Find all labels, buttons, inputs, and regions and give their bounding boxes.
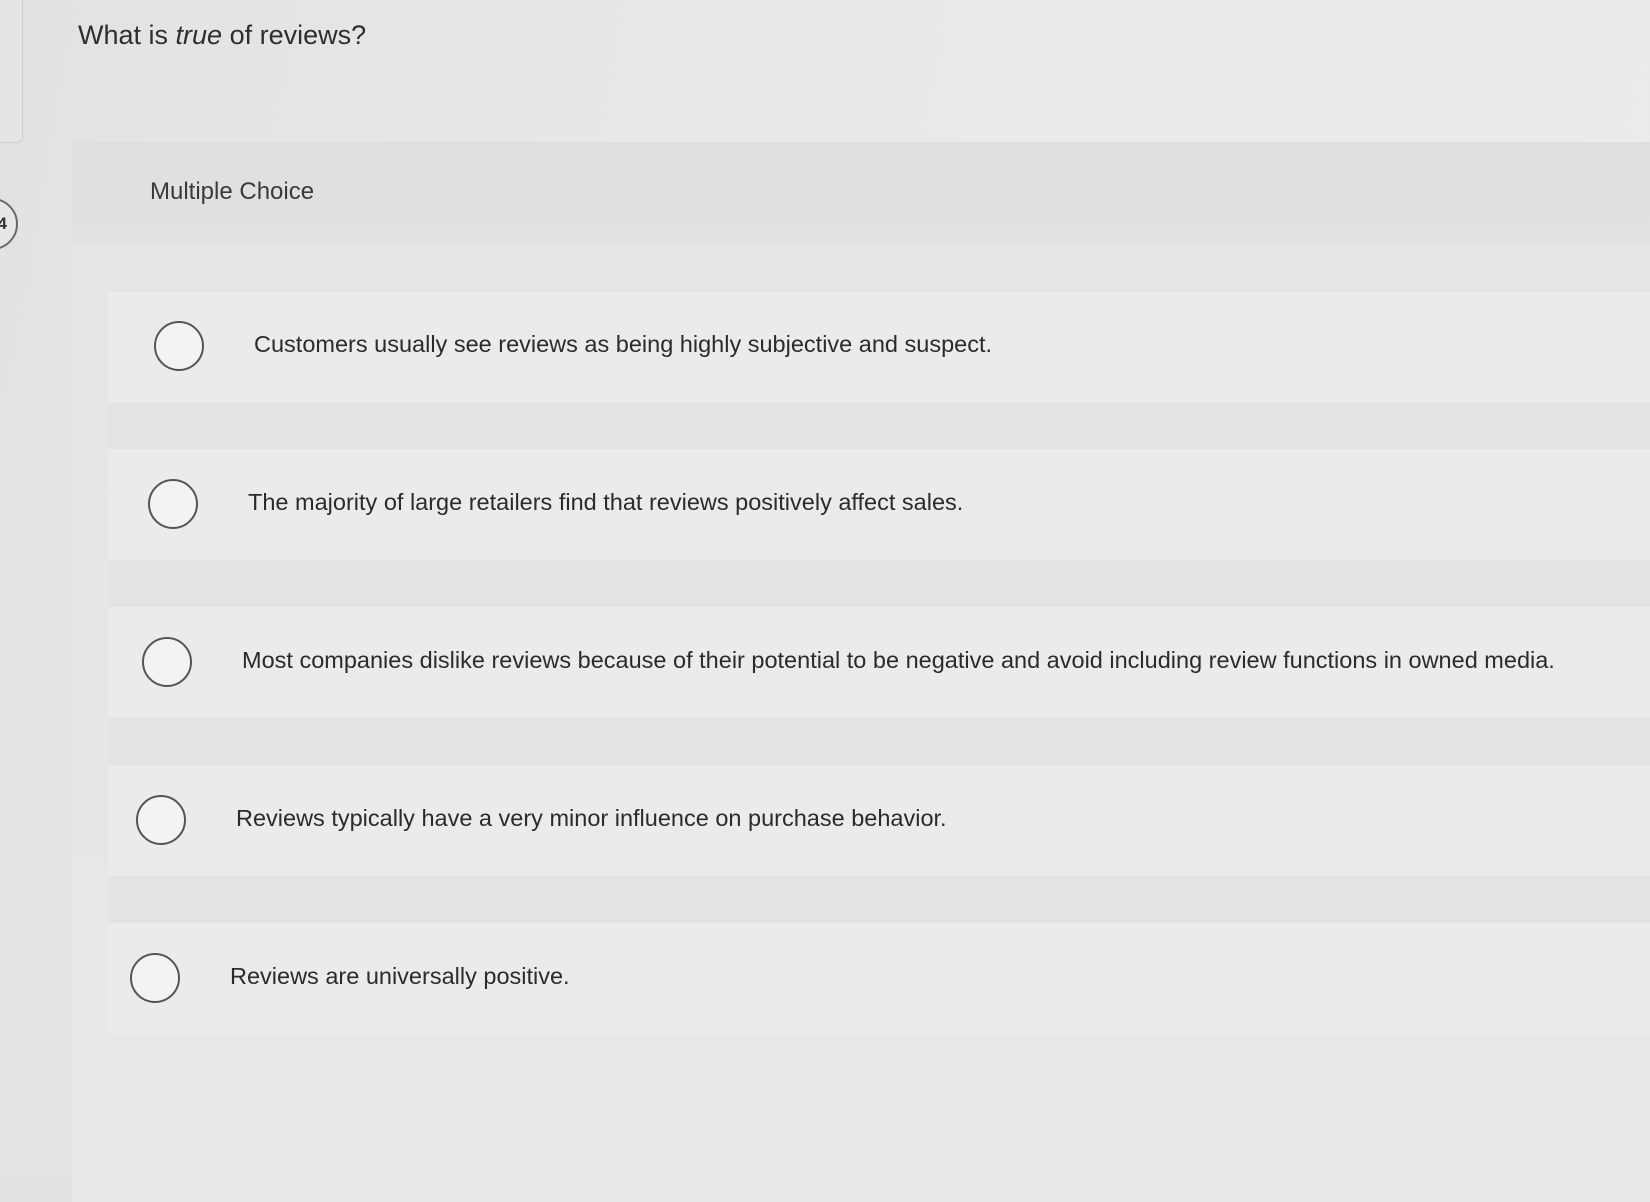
question-type-label: Multiple Choice (150, 178, 315, 205)
answer-option-label: Customers usually see reviews as being h… (254, 331, 993, 357)
answer-option-label: Most companies dislike reviews because o… (242, 647, 1555, 673)
option-divider (108, 402, 1650, 448)
radio-button-1[interactable] (154, 321, 204, 371)
radio-button-3[interactable] (142, 637, 192, 687)
option-divider (108, 876, 1650, 922)
question-number: 4 (0, 214, 7, 233)
option-divider (108, 718, 1650, 764)
prompt-text-end: of reviews? (222, 20, 367, 50)
prompt-text-start: What is (78, 20, 176, 50)
question-prompt: What is true of reviews? (78, 20, 366, 51)
answer-option-4[interactable]: Reviews typically have a very minor infl… (108, 764, 1650, 876)
radio-button-2[interactable] (148, 479, 198, 529)
answer-option-label: The majority of large retailers find tha… (248, 489, 964, 515)
radio-button-4[interactable] (136, 795, 186, 845)
answer-option-label: Reviews are universally positive. (230, 963, 570, 989)
question-number-badge[interactable]: 4 (0, 198, 18, 250)
option-divider (108, 560, 1650, 606)
prompt-emphasis: true (175, 20, 223, 50)
answer-option-1[interactable]: Customers usually see reviews as being h… (108, 290, 1650, 402)
multiple-choice-panel: Multiple Choice Customers usually see re… (72, 142, 1650, 1202)
answer-option-label: Reviews typically have a very minor infl… (236, 805, 947, 831)
radio-button-5[interactable] (130, 953, 180, 1003)
answer-option-5[interactable]: Reviews are universally positive. (108, 922, 1650, 1034)
left-rail (0, 0, 23, 143)
answer-option-2[interactable]: The majority of large retailers find tha… (108, 448, 1650, 560)
answer-option-3[interactable]: Most companies dislike reviews because o… (108, 606, 1650, 718)
